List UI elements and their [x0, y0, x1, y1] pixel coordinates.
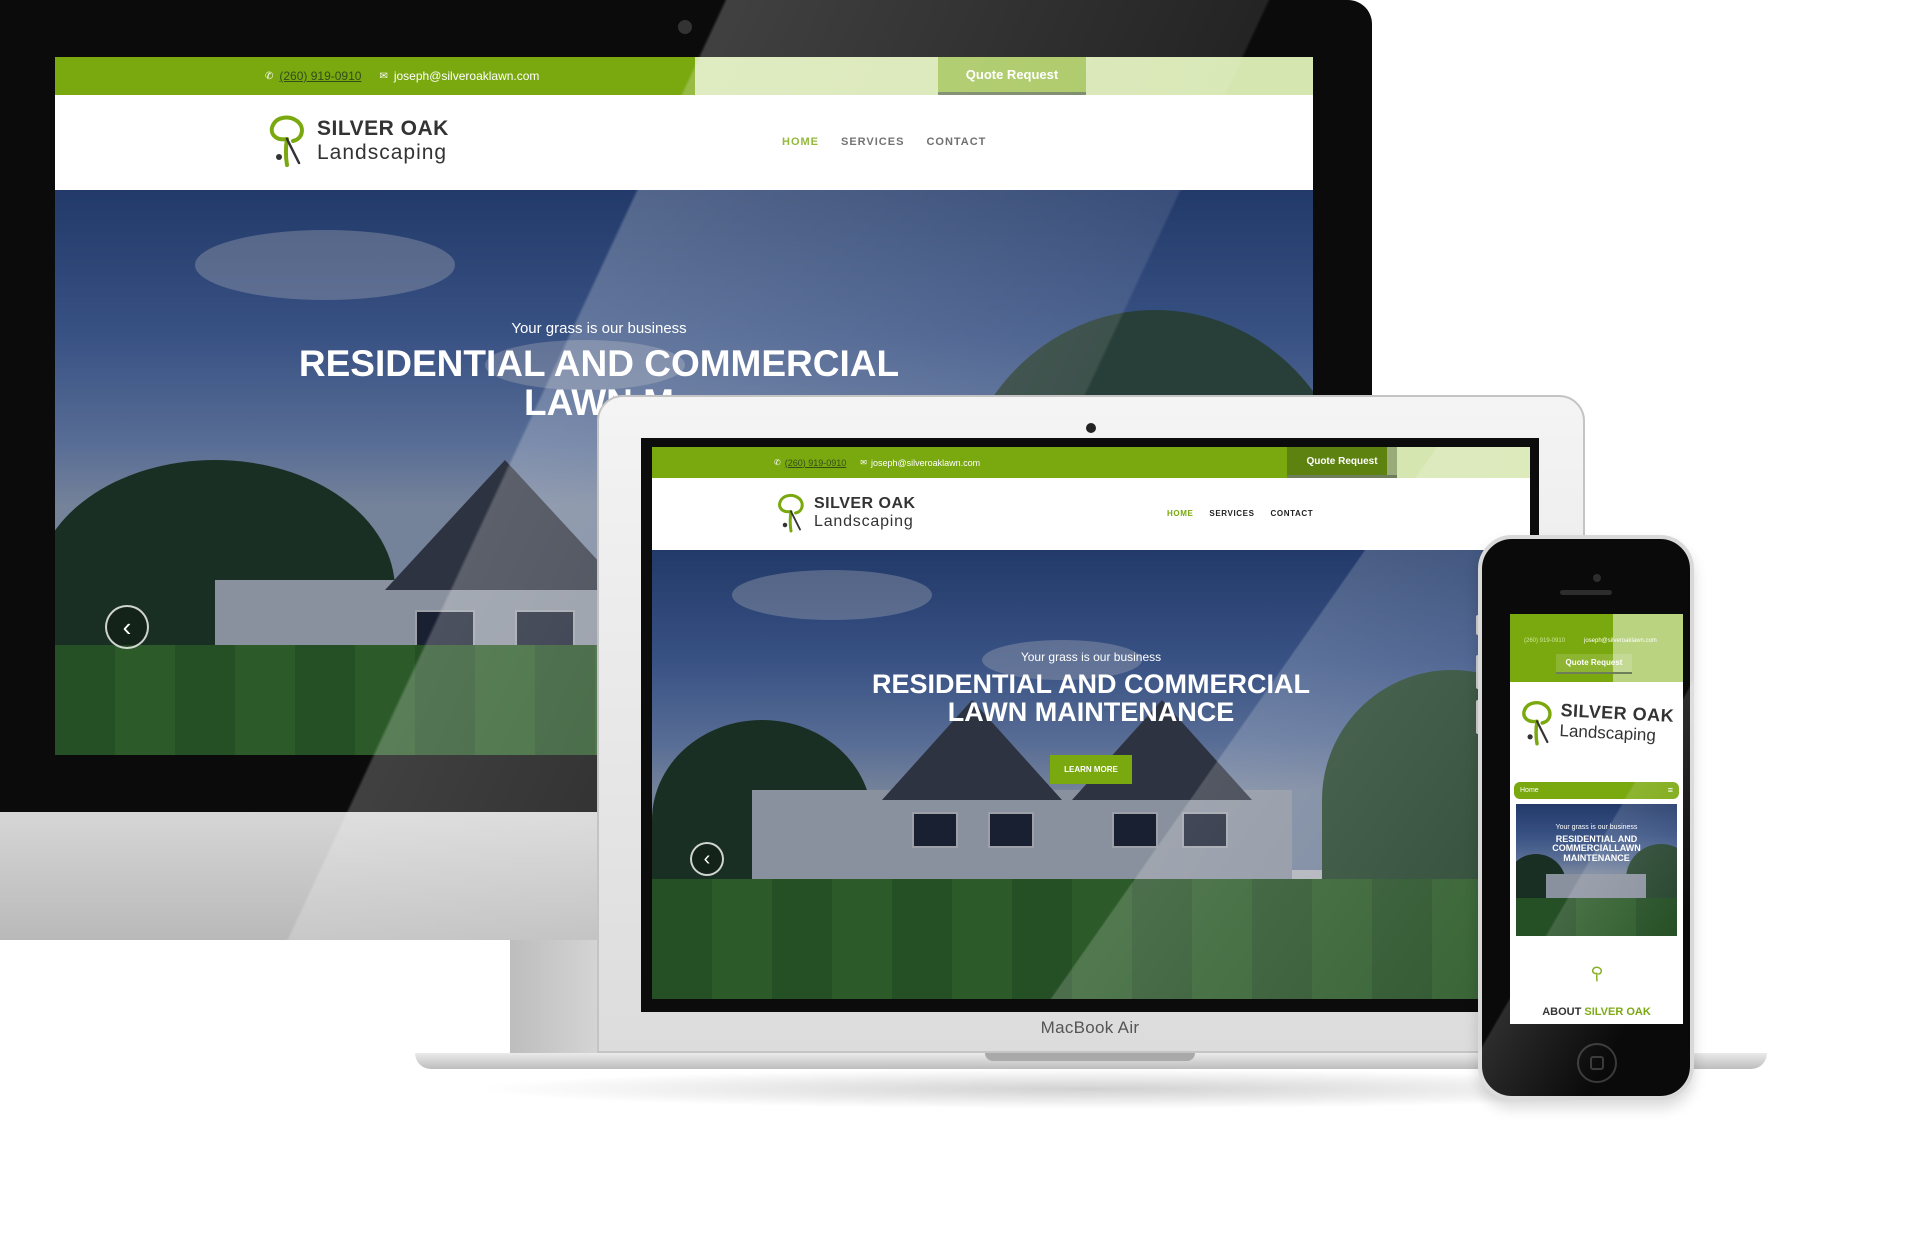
quote-request-button[interactable]: Quote Request — [938, 57, 1086, 95]
hero-subtitle: Your grass is our business — [1020, 650, 1162, 664]
hamburger-icon[interactable]: ≡ — [1668, 782, 1673, 799]
brand-subtitle: Landscaping — [814, 513, 914, 530]
hero-subtitle: Your grass is our business — [1555, 824, 1638, 831]
quote-request-button[interactable]: Quote Request — [1556, 654, 1632, 674]
nav-services[interactable]: SERVICES — [1209, 509, 1254, 518]
main-nav: HOME SERVICES CONTACT — [1167, 509, 1313, 518]
nav-home[interactable]: HOME — [1167, 509, 1193, 518]
mobile-menu-bar[interactable]: Home ≡ — [1514, 782, 1679, 799]
macbook-screen: ✆ (260) 919-0910 ✉ joseph@silveroaklawn.… — [652, 447, 1530, 999]
chevron-left-icon: ‹ — [122, 611, 132, 642]
hero-title-line2: LAWN MAINTENANCE — [947, 697, 1235, 728]
top-bar: ✆ (260) 919-0910 ✉ joseph@silveroaklawn.… — [55, 57, 1313, 95]
imac-camera — [678, 20, 692, 34]
site-header: SILVER OAK Landscaping HOME SERVICES CON… — [652, 478, 1530, 550]
phone-link[interactable]: (260) 919-0910 — [279, 69, 361, 83]
top-bar: (260) 919-0910 joseph@silveroaklawn.com … — [1510, 614, 1683, 682]
macbook-notch — [985, 1053, 1195, 1061]
phone-link[interactable]: (260) 919-0910 — [1524, 638, 1565, 644]
quote-request-button[interactable]: Quote Request — [1287, 447, 1397, 478]
slider-prev-button[interactable]: ‹ — [690, 842, 724, 876]
brand-name: SILVER OAK — [317, 117, 449, 140]
email-contact[interactable]: ✉ joseph@silveroaklawn.com — [860, 458, 980, 468]
brand-name: SILVER OAK — [814, 495, 916, 512]
oak-tree-icon — [269, 115, 304, 167]
phone-contact[interactable]: ✆ (260) 919-0910 — [774, 458, 846, 468]
hero-banner: Your grass is our business RESIDENTIAL A… — [1516, 804, 1677, 936]
top-bar: ✆ (260) 919-0910 ✉ joseph@silveroaklawn.… — [652, 447, 1530, 478]
phone-screen: (260) 919-0910 joseph@silveroaklawn.com … — [1510, 614, 1683, 1024]
hero-title-line1: RESIDENTIAL AND COMMERCIAL — [298, 343, 900, 384]
email-contact[interactable]: ✉ joseph@silveroaklawn.com — [379, 69, 539, 83]
mini-logo — [1530, 966, 1663, 982]
phone-contact[interactable]: ✆ (260) 919-0910 — [265, 69, 361, 83]
home-square-icon — [1590, 1056, 1604, 1070]
hero-text: Your grass is our business RESIDENTIAL A… — [1516, 824, 1677, 863]
oak-tree-icon — [778, 493, 804, 533]
nav-home[interactable]: HOME — [782, 136, 819, 148]
phone-icon: ✆ — [774, 458, 781, 467]
about-highlight: SILVER OAK — [1584, 1006, 1651, 1018]
hero-text: Your grass is our business RESIDENTIAL A… — [652, 650, 1530, 784]
nav-contact[interactable]: CONTACT — [926, 136, 986, 148]
logo[interactable]: SILVER OAK Landscaping — [1518, 694, 1675, 752]
slider-prev-button[interactable]: ‹ — [105, 605, 149, 649]
hero-title-line3: MAINTENANCE — [1563, 852, 1630, 863]
phone-link[interactable]: (260) 919-0910 — [785, 458, 847, 468]
oak-tree-icon — [1522, 700, 1552, 746]
macbook-camera — [1086, 423, 1096, 433]
hero-subtitle: Your grass is our business — [511, 320, 687, 337]
menu-label: Home — [1520, 787, 1539, 794]
email-link[interactable]: joseph@silveroaklawn.com — [394, 69, 540, 83]
about-heading: ABOUT SILVER OAK — [1510, 1006, 1683, 1018]
hero-title-line1: RESIDENTIAL AND COMMERCIAL — [872, 669, 1310, 699]
phone-camera — [1593, 574, 1601, 582]
brand-subtitle: Landscaping — [317, 141, 448, 164]
macbook-label: MacBook Air — [1040, 1018, 1140, 1037]
about-prefix: ABOUT — [1542, 1006, 1582, 1018]
email-icon: ✉ — [860, 458, 867, 467]
main-nav: HOME SERVICES CONTACT — [782, 136, 986, 148]
email-link[interactable]: joseph@silveroaklawn.com — [1584, 638, 1657, 644]
nav-services[interactable]: SERVICES — [841, 136, 904, 148]
phone-speaker — [1560, 590, 1612, 595]
chevron-left-icon: ‹ — [703, 847, 711, 870]
learn-more-button[interactable]: LEARN MORE — [1050, 754, 1132, 784]
hero-banner: Your grass is our business RESIDENTIAL A… — [652, 550, 1530, 999]
logo[interactable]: SILVER OAK Landscaping — [774, 492, 916, 534]
phone-icon: ✆ — [265, 70, 274, 82]
site-header: SILVER OAK Landscaping HOME SERVICES CON… — [55, 95, 1313, 190]
logo[interactable]: SILVER OAK Landscaping — [265, 113, 449, 169]
top-bar-fade — [1387, 447, 1530, 478]
email-icon: ✉ — [379, 70, 388, 82]
oak-tree-icon — [1591, 966, 1602, 982]
email-link[interactable]: joseph@silveroaklawn.com — [871, 458, 980, 468]
nav-contact[interactable]: CONTACT — [1271, 509, 1314, 518]
